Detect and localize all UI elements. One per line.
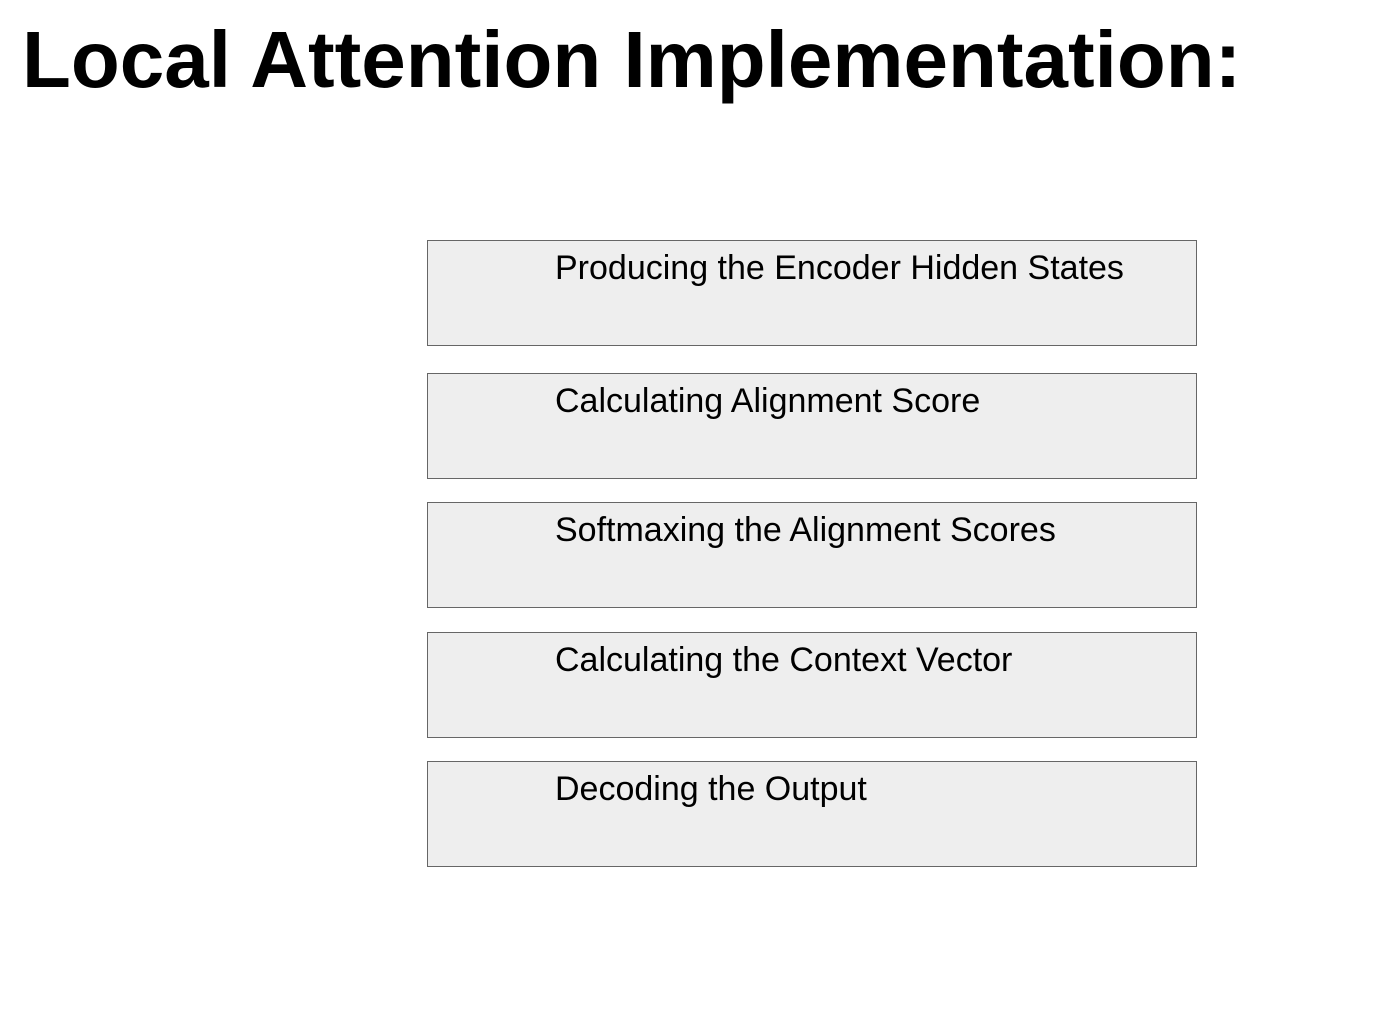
step-box-alignment-score: Calculating Alignment Score (427, 373, 1197, 479)
step-box-encoder-hidden-states: Producing the Encoder Hidden States (427, 240, 1197, 346)
page-title: Local Attention Implementation: (22, 15, 1242, 104)
step-box-context-vector: Calculating the Context Vector (427, 632, 1197, 738)
step-box-decoding-output: Decoding the Output (427, 761, 1197, 867)
step-label: Producing the Encoder Hidden States (555, 249, 1124, 287)
step-label: Calculating the Context Vector (555, 641, 1013, 679)
step-label: Calculating Alignment Score (555, 382, 981, 420)
step-label: Decoding the Output (555, 770, 867, 808)
step-label: Softmaxing the Alignment Scores (555, 511, 1056, 549)
steps-diagram: Producing the Encoder Hidden States Calc… (427, 240, 1197, 867)
step-box-softmax: Softmaxing the Alignment Scores (427, 502, 1197, 608)
